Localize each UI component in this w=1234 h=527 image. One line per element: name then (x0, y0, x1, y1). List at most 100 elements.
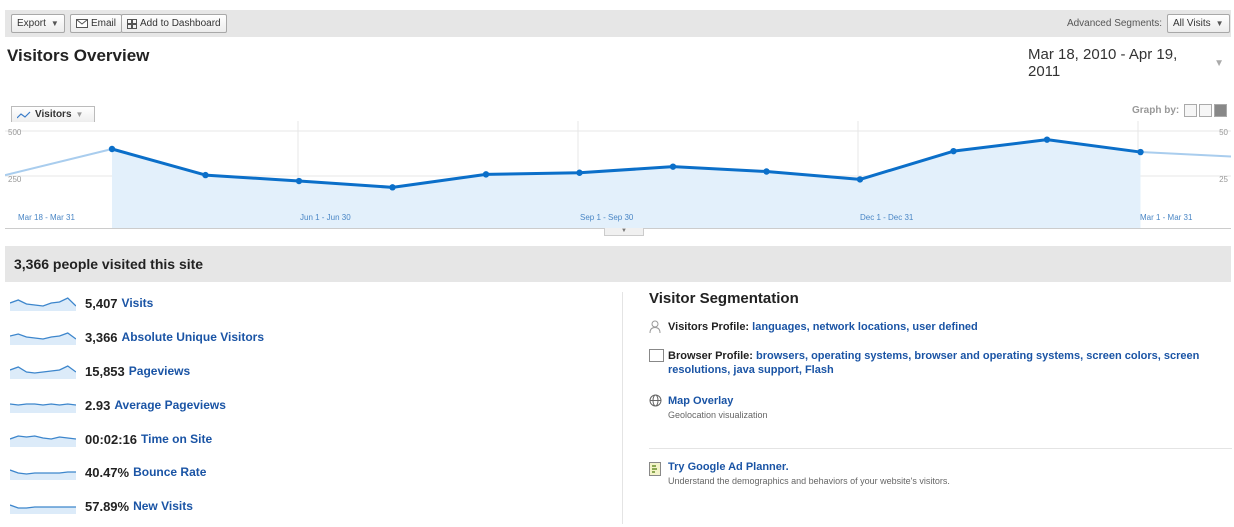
email-button[interactable]: Email (70, 14, 123, 33)
advanced-segments-select[interactable]: All Visits ▼ (1167, 14, 1230, 33)
browser-profile-row: Browser Profile: browsers, operating sys… (649, 349, 1219, 377)
chart-line-partial-start (4, 148, 113, 177)
graph-metric-label: Visitors (35, 109, 72, 120)
chart-data-point[interactable] (108, 145, 116, 153)
sparkline[interactable] (10, 431, 76, 447)
visitors-profile-row: Visitors Profile: languages, network loc… (649, 320, 1229, 334)
summary-text: 3,366 people visited this site (14, 256, 204, 272)
chart-data-point[interactable] (1043, 136, 1051, 143)
metric-value: 40.47% (85, 464, 130, 480)
sparkline-fill (10, 298, 76, 311)
ad-planner-icon (649, 462, 661, 476)
metric-row: 00:02:16 Time on Site (10, 429, 212, 449)
link-separator: , (1080, 350, 1084, 362)
metric-link[interactable]: Absolute Unique Visitors (122, 330, 264, 344)
line-chart-icon (17, 111, 31, 118)
y-tick-label: 500 (8, 128, 22, 137)
metric-row: 57.89% New Visits (10, 496, 193, 516)
y-tick-label: 250 (8, 175, 22, 184)
email-label: Email (91, 18, 117, 29)
sparkline[interactable] (10, 498, 76, 514)
segment-link[interactable]: java support (733, 364, 798, 376)
map-overlay-row: Map Overlay Geolocation visualization (649, 394, 1209, 422)
sparkline-fill (10, 470, 76, 480)
graph-by-controls: Graph by: (1132, 104, 1228, 117)
metric-value: 15,853 (85, 363, 125, 379)
chart-data-point[interactable] (763, 168, 770, 175)
date-range-value: Mar 18, 2010 - Apr 19, 2011 (1028, 46, 1178, 80)
segment-link[interactable]: screen colors (1086, 350, 1158, 362)
y-tick-label-right: 50 (1219, 128, 1228, 137)
person-icon (649, 320, 661, 334)
metric-link[interactable]: Average Pageviews (114, 398, 226, 412)
visitors-line-chart: 500 250 50 25 Mar 18 - Mar 31 Jun 1 - Jun 30 S… (4, 121, 1232, 229)
chart-data-point[interactable] (295, 177, 303, 185)
chart-data-point[interactable] (202, 171, 209, 179)
chevron-down-icon: ▼ (75, 110, 84, 119)
x-axis-label: Sep 1 - Sep 30 (580, 213, 634, 222)
metric-value: 3,366 (85, 329, 118, 345)
add-to-dashboard-button[interactable]: Add to Dashboard (121, 14, 227, 33)
summary-bar: 3,366 people visited this site (5, 246, 1231, 282)
chart-data-point[interactable] (482, 171, 490, 178)
x-axis-label: Dec 1 - Dec 31 (860, 213, 914, 222)
metric-link[interactable]: Visits (122, 296, 154, 310)
chart-data-point[interactable] (950, 147, 957, 155)
sparkline[interactable] (10, 397, 76, 413)
link-separator: , (908, 350, 912, 362)
chart-data-point[interactable] (389, 184, 396, 191)
graph-by-label: Graph by: (1132, 105, 1180, 116)
sparkline[interactable] (10, 464, 76, 480)
ad-planner-row: Try Google Ad Planner. Understand the de… (649, 460, 1209, 488)
metric-value: 5,407 (85, 295, 118, 311)
metric-value: 00:02:16 (85, 431, 138, 447)
column-divider (622, 292, 623, 524)
graph-resize-handle[interactable]: ▼ (604, 228, 644, 236)
segment-link[interactable]: Flash (805, 364, 834, 376)
globe-icon (649, 394, 662, 407)
chart-data-point[interactable] (856, 176, 864, 183)
segment-link[interactable]: browsers (756, 350, 805, 362)
metric-row: 5,407 Visits (10, 293, 153, 313)
page-title: Visitors Overview (7, 46, 150, 65)
advanced-segments-value: All Visits (1173, 18, 1211, 29)
segmentation-divider (649, 448, 1232, 449)
chevron-down-icon: ▼ (1215, 19, 1224, 28)
segment-link[interactable]: network locations (813, 321, 907, 333)
add-to-dashboard-label: Add to Dashboard (140, 18, 221, 29)
metric-link[interactable]: New Visits (133, 499, 193, 513)
link-separator: , (804, 350, 809, 362)
metric-link[interactable]: Pageviews (129, 364, 190, 378)
graph-by-month-button[interactable] (1214, 104, 1228, 117)
link-separator: , (906, 321, 910, 333)
map-overlay-subtitle: Geolocation visualization (668, 410, 768, 420)
advanced-segments-label: Advanced Segments: (1066, 18, 1162, 29)
export-button[interactable]: Export ▼ (11, 14, 65, 33)
x-axis-label: Jun 1 - Jun 30 (300, 213, 351, 222)
metric-row: 40.47% Bounce Rate (10, 462, 206, 482)
segment-link[interactable]: languages (752, 321, 806, 333)
sparkline[interactable] (10, 329, 76, 345)
metric-link[interactable]: Time on Site (141, 432, 212, 446)
map-overlay-link[interactable]: Map Overlay (668, 395, 733, 407)
chart-svg: 500 250 50 25 Mar 18 - Mar 31 Jun 1 - Jun 30 S… (4, 121, 1232, 229)
segment-link[interactable]: user defined (912, 321, 977, 333)
link-separator: , (806, 321, 810, 333)
ad-planner-link[interactable]: Try Google Ad Planner. (668, 461, 789, 473)
segmentation-title: Visitor Segmentation (649, 290, 799, 307)
metric-link[interactable]: Bounce Rate (133, 465, 206, 479)
chart-data-point[interactable] (576, 169, 583, 176)
graph-by-day-button[interactable] (1184, 104, 1198, 117)
chart-data-point[interactable] (669, 163, 677, 170)
graph-metric-selector[interactable]: Visitors ▼ (11, 106, 95, 122)
segment-link[interactable]: operating systems (811, 350, 908, 362)
y-tick-label-right: 25 (1219, 175, 1228, 184)
metric-row: 15,853 Pageviews (10, 361, 190, 381)
chevron-down-icon: ▼ (1214, 57, 1224, 69)
date-range-picker[interactable]: Mar 18, 2010 - Apr 19, 2011 ▼ (1023, 46, 1224, 80)
graph-by-week-button[interactable] (1199, 104, 1213, 117)
sparkline[interactable] (10, 363, 76, 379)
chart-data-point[interactable] (1137, 148, 1144, 156)
sparkline[interactable] (10, 295, 76, 311)
segment-link[interactable]: browser and operating systems (914, 350, 1080, 362)
